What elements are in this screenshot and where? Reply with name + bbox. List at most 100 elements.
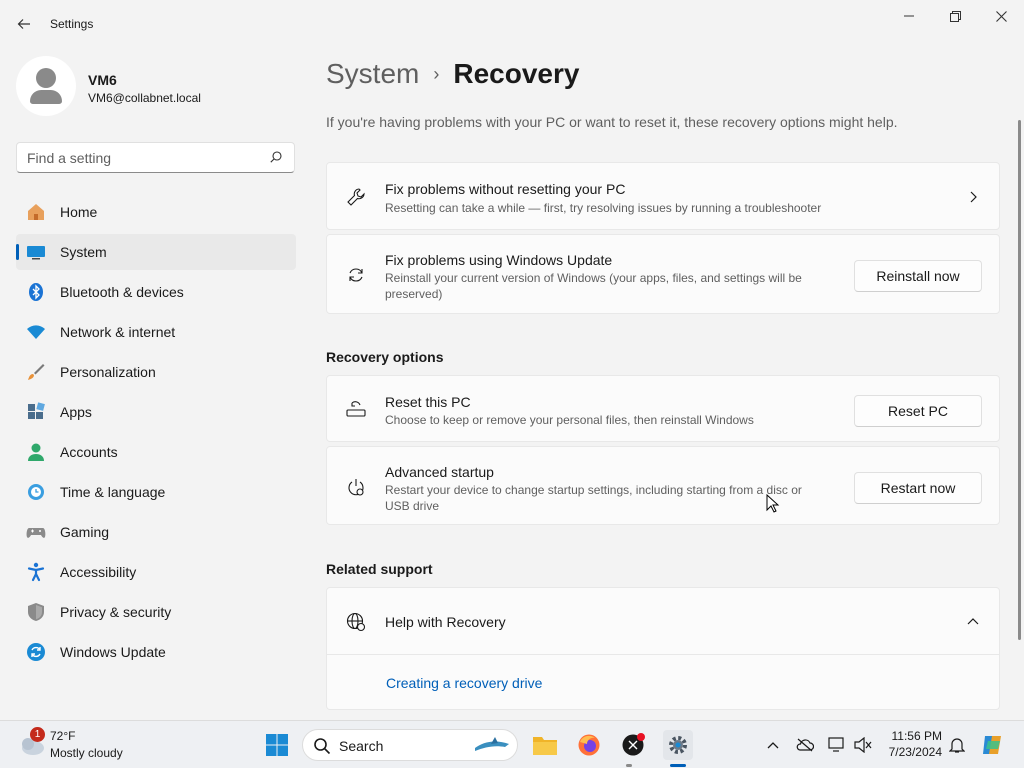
bluetooth-icon — [26, 282, 46, 302]
notifications-button[interactable] — [947, 735, 967, 755]
sidebar-item-home[interactable]: Home — [16, 194, 296, 230]
bell-icon — [949, 738, 965, 753]
scrollbar[interactable] — [1018, 120, 1021, 640]
minimize-button[interactable] — [886, 0, 932, 32]
restore-button[interactable] — [932, 0, 978, 32]
show-hidden-icons-button[interactable] — [763, 735, 783, 755]
volume-status[interactable] — [853, 735, 873, 755]
onedrive-status[interactable] — [795, 735, 815, 755]
search-input[interactable] — [17, 143, 257, 172]
avatar — [16, 56, 76, 116]
monitor-network-icon — [828, 737, 844, 752]
settings-search[interactable] — [16, 142, 295, 173]
card-title: Fix problems using Windows Update — [385, 252, 613, 268]
accessibility-icon — [26, 562, 46, 582]
sidebar-item-label: Bluetooth & devices — [60, 284, 184, 300]
folder-icon — [533, 737, 557, 755]
sidebar-item-label: Home — [60, 204, 98, 220]
time: 11:56 PM — [891, 729, 942, 743]
breadcrumb: System › Recovery — [326, 58, 579, 90]
settings-app-button[interactable] — [663, 730, 693, 760]
sidebar-item-network[interactable]: Network & internet — [16, 314, 296, 350]
windows-update-fix-card: Fix problems using Windows Update Reinst… — [326, 234, 1000, 314]
sidebar-item-label: System — [60, 244, 107, 260]
page-title: Recovery — [453, 58, 580, 89]
restart-now-button[interactable]: Restart now — [854, 472, 982, 504]
close-icon — [995, 10, 1007, 22]
card-description: Reinstall your current version of Window… — [385, 271, 802, 301]
sidebar-item-gaming[interactable]: Gaming — [16, 514, 296, 550]
sync-icon — [345, 264, 367, 286]
copilot-button[interactable] — [980, 733, 1004, 757]
profile-name: VM6 — [88, 72, 117, 88]
title-bar: Settings — [0, 0, 1024, 48]
mouse-cursor-icon — [766, 494, 780, 513]
wifi-icon — [26, 322, 46, 342]
gamepad-icon — [26, 522, 46, 542]
search-icon[interactable] — [270, 151, 282, 163]
card-description: Resetting can take a while — first, try … — [385, 201, 822, 215]
sidebar-item-label: Accounts — [60, 444, 118, 460]
sidebar-nav: Home System Bluetooth & devices Network … — [16, 194, 296, 674]
chevron-up-icon — [767, 742, 779, 749]
shield-icon — [26, 602, 46, 622]
close-button[interactable] — [978, 0, 1024, 32]
app-title: Settings — [50, 17, 94, 31]
sidebar-item-accounts[interactable]: Accounts — [16, 434, 296, 470]
taskbar: 1 72°F Mostly cloudy Search 11:56 PM 7/2… — [0, 720, 1024, 768]
breadcrumb-parent[interactable]: System — [326, 58, 419, 90]
wrench-icon — [345, 186, 367, 208]
back-button[interactable] — [10, 10, 38, 38]
network-status[interactable] — [827, 735, 847, 755]
sidebar-item-time-language[interactable]: Time & language — [16, 474, 296, 510]
taskbar-search-label: Search — [339, 738, 384, 754]
sidebar-item-windows-update[interactable]: Windows Update — [16, 634, 296, 670]
advanced-startup-icon — [345, 477, 367, 499]
apps-icon — [26, 402, 46, 422]
card-description: Choose to keep or remove your personal f… — [385, 413, 754, 427]
chevron-up-icon[interactable] — [967, 616, 979, 628]
firefox-icon — [578, 734, 600, 756]
start-button[interactable] — [263, 731, 291, 759]
related-support-heading: Related support — [326, 561, 433, 577]
search-highlight-icon — [475, 737, 509, 751]
breadcrumb-separator: › — [433, 63, 440, 84]
weather-description: Mostly cloudy — [50, 746, 123, 760]
clock-globe-icon — [26, 482, 46, 502]
user-profile[interactable]: VM6 VM6@collabnet.local — [16, 56, 296, 120]
brush-icon — [26, 362, 46, 382]
creating-recovery-drive-link[interactable]: Creating a recovery drive — [386, 675, 542, 691]
sidebar-item-privacy[interactable]: Privacy & security — [16, 594, 296, 630]
sidebar-item-apps[interactable]: Apps — [16, 394, 296, 430]
weather-temperature: 72°F — [50, 729, 76, 743]
reinstall-now-button[interactable]: Reinstall now — [854, 260, 982, 292]
troubleshooter-card[interactable]: Fix problems without resetting your PC R… — [326, 162, 1000, 230]
profile-email: VM6@collabnet.local — [88, 91, 201, 105]
minimize-icon — [904, 15, 914, 17]
active-app-indicator — [670, 764, 686, 767]
chatgpt-button[interactable] — [619, 731, 647, 759]
globe-icon — [345, 611, 367, 633]
card-title: Reset this PC — [385, 394, 471, 410]
running-app-indicator — [626, 764, 632, 767]
file-explorer-button[interactable] — [531, 731, 559, 759]
reset-pc-icon — [345, 398, 367, 420]
card-title: Fix problems without resetting your PC — [385, 181, 626, 197]
speaker-muted-icon — [854, 737, 872, 753]
taskbar-search[interactable]: Search — [302, 729, 518, 761]
reset-pc-button[interactable]: Reset PC — [854, 395, 982, 427]
advanced-startup-card: Advanced startup Restart your device to … — [326, 446, 1000, 525]
help-with-recovery-header[interactable]: Help with Recovery — [326, 587, 1000, 655]
firefox-button[interactable] — [575, 731, 603, 759]
clock[interactable]: 11:56 PM 7/23/2024 — [876, 728, 942, 760]
sidebar-item-personalization[interactable]: Personalization — [16, 354, 296, 390]
sidebar-item-label: Windows Update — [60, 644, 166, 660]
page-intro: If you're having problems with your PC o… — [326, 114, 898, 130]
home-icon — [26, 202, 46, 222]
sidebar-item-bluetooth[interactable]: Bluetooth & devices — [16, 274, 296, 310]
reset-pc-card: Reset this PC Choose to keep or remove y… — [326, 375, 1000, 442]
sidebar-item-accessibility[interactable]: Accessibility — [16, 554, 296, 590]
sidebar-item-system[interactable]: System — [16, 234, 296, 270]
sidebar-item-label: Network & internet — [60, 324, 176, 340]
windows-logo-icon — [266, 734, 288, 756]
